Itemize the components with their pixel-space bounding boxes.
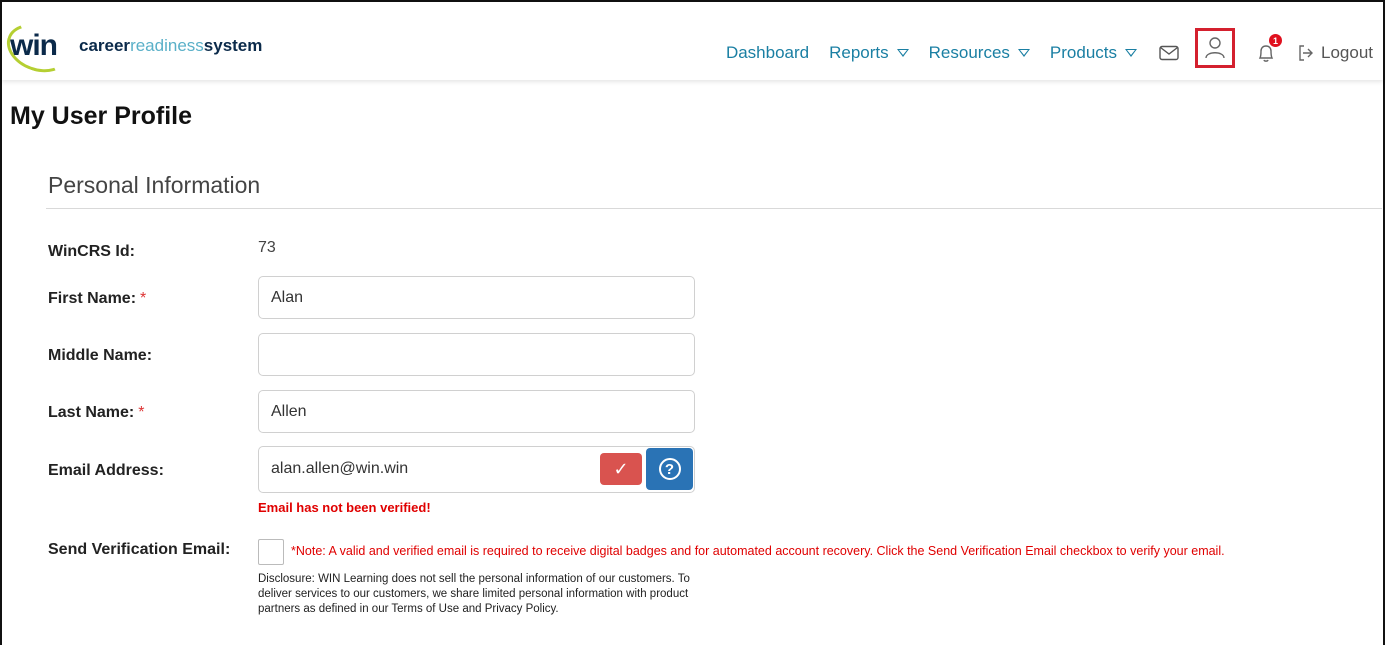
email-value[interactable]: alan.allen@win.win bbox=[271, 460, 408, 478]
brand-name-readiness: readiness bbox=[130, 36, 204, 55]
last-name-label: Last Name: * bbox=[48, 404, 144, 422]
nav-dashboard[interactable]: Dashboard bbox=[726, 43, 809, 63]
user-icon bbox=[1205, 37, 1225, 59]
top-navigation-bar: win careerreadinesssystem Dashboard Repo… bbox=[0, 2, 1383, 81]
nav-reports-label: Reports bbox=[829, 43, 889, 62]
notifications-button[interactable]: 1 bbox=[1257, 34, 1282, 63]
nav-resources[interactable]: Resources bbox=[929, 43, 1030, 63]
chevron-down-icon bbox=[1125, 49, 1137, 57]
logo-mark: win bbox=[0, 15, 76, 81]
last-name-input[interactable] bbox=[258, 390, 695, 433]
first-name-label: First Name: * bbox=[48, 290, 146, 308]
middle-name-label: Middle Name: bbox=[48, 347, 153, 364]
email-help-button[interactable]: ? bbox=[646, 448, 693, 490]
notification-badge: 1 bbox=[1269, 34, 1282, 47]
email-field[interactable]: alan.allen@win.win ✓ ? bbox=[258, 446, 695, 493]
first-name-input[interactable] bbox=[258, 276, 695, 319]
email-unverified-warning: Email has not been verified! bbox=[258, 500, 431, 515]
verify-email-button[interactable]: ✓ bbox=[600, 453, 642, 485]
brand-name-system: system bbox=[203, 36, 263, 55]
verification-note: *Note: A valid and verified email is req… bbox=[291, 544, 1225, 558]
page-title: My User Profile bbox=[10, 102, 193, 130]
wincrs-id-label: WinCRS Id: bbox=[48, 243, 135, 260]
brand-name-career: career bbox=[79, 36, 131, 55]
logout-icon bbox=[1299, 45, 1313, 61]
wincrs-id-value: 73 bbox=[258, 239, 276, 256]
first-name-label-text: First Name: bbox=[48, 290, 137, 307]
question-mark-icon: ? bbox=[658, 458, 681, 480]
nav-products[interactable]: Products bbox=[1050, 43, 1137, 63]
brand-name: careerreadinesssystem bbox=[79, 36, 262, 56]
user-profile-button[interactable] bbox=[1195, 28, 1235, 68]
logout-label: Logout bbox=[1321, 43, 1373, 62]
section-divider bbox=[46, 208, 1382, 209]
send-verification-email-label: Send Verification Email: bbox=[48, 541, 231, 558]
logo-swoosh-icon bbox=[0, 15, 76, 81]
nav-reports[interactable]: Reports bbox=[829, 43, 909, 63]
section-title: Personal Information bbox=[48, 172, 261, 198]
chevron-down-icon bbox=[1017, 49, 1030, 57]
nav-dashboard-label: Dashboard bbox=[725, 43, 810, 62]
main-nav: Dashboard Reports Resources Products 1 L… bbox=[726, 28, 1373, 68]
chevron-down-icon bbox=[896, 49, 909, 57]
middle-name-input[interactable] bbox=[258, 333, 695, 376]
nav-products-label: Products bbox=[1049, 43, 1117, 62]
envelope-icon[interactable] bbox=[1159, 45, 1179, 61]
check-icon: ✓ bbox=[613, 458, 629, 479]
last-name-label-text: Last Name: bbox=[48, 404, 135, 421]
logout-link[interactable]: Logout bbox=[1297, 43, 1373, 63]
email-address-label: Email Address: bbox=[48, 462, 164, 479]
required-mark: * bbox=[138, 404, 145, 421]
privacy-disclosure: Disclosure: WIN Learning does not sell t… bbox=[258, 573, 690, 615]
send-verification-checkbox[interactable] bbox=[258, 539, 284, 565]
required-mark: * bbox=[140, 290, 147, 307]
nav-resources-label: Resources bbox=[928, 43, 1010, 62]
brand-logo[interactable]: win careerreadinesssystem bbox=[0, 15, 262, 81]
